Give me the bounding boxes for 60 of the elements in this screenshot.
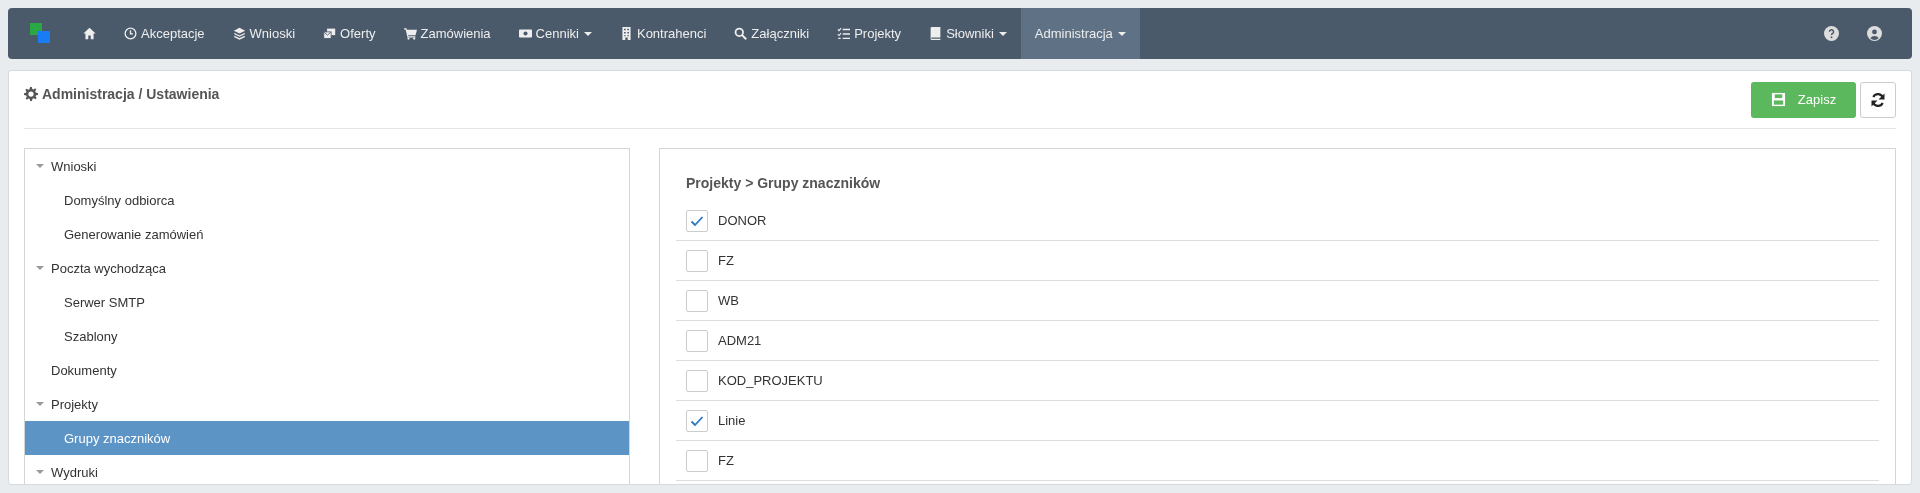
help-icon[interactable] bbox=[1824, 26, 1839, 41]
building-icon bbox=[619, 27, 633, 40]
nav-link[interactable]: Administracja bbox=[1020, 8, 1140, 59]
tree-item[interactable]: Serwer SMTP bbox=[25, 285, 629, 319]
user-icon[interactable] bbox=[1867, 26, 1882, 41]
checkbox-label: ADM21 bbox=[718, 333, 762, 348]
tree-item[interactable]: Wnioski bbox=[25, 149, 629, 183]
nav-link[interactable]: Zamówienia bbox=[389, 8, 505, 59]
page-title: Administracja / Ustawienia bbox=[42, 85, 220, 102]
nav-link[interactable]: Akceptacje bbox=[110, 8, 219, 59]
checkbox[interactable] bbox=[686, 369, 708, 392]
nav-link[interactable]: Załączniki bbox=[720, 8, 824, 59]
caret-down-icon[interactable] bbox=[36, 162, 44, 170]
cart-icon bbox=[403, 27, 417, 40]
checkbox[interactable] bbox=[686, 329, 708, 352]
checkbox[interactable] bbox=[686, 209, 708, 232]
checkbox[interactable] bbox=[686, 249, 708, 272]
tree-item[interactable]: Projekty bbox=[25, 387, 629, 421]
book-icon bbox=[929, 27, 943, 40]
tree-item[interactable]: Poczta wychodząca bbox=[25, 251, 629, 285]
checkbox-label: KOD_PROJEKTU bbox=[718, 373, 823, 388]
tree-item[interactable]: Wydruki bbox=[25, 455, 629, 484]
checkbox-label: FZ bbox=[718, 253, 734, 268]
nav-link[interactable]: Oferty bbox=[309, 8, 390, 59]
nav-link[interactable]: Projekty bbox=[823, 8, 916, 59]
gear-icon bbox=[24, 86, 38, 101]
refresh-button[interactable] bbox=[1860, 81, 1896, 118]
checkbox[interactable] bbox=[686, 449, 708, 472]
logo-icon[interactable] bbox=[30, 22, 52, 45]
nav-link[interactable]: Wnioski bbox=[218, 8, 310, 59]
nav-link[interactable]: Cenniki bbox=[504, 8, 606, 59]
refresh-icon bbox=[1870, 91, 1886, 108]
tree-item[interactable]: Dokumenty bbox=[25, 353, 629, 387]
section-title: Projekty > Grupy znaczników bbox=[685, 175, 882, 191]
checkbox[interactable] bbox=[686, 289, 708, 312]
caret-icon bbox=[998, 31, 1007, 36]
tree-item[interactable]: Domyślny odbiorca bbox=[25, 183, 629, 217]
envelopes-icon bbox=[323, 27, 337, 40]
checkbox-label: FZ bbox=[718, 453, 734, 468]
caret-down-icon[interactable] bbox=[36, 400, 44, 408]
checkbox[interactable] bbox=[686, 409, 708, 432]
tree-item[interactable]: Grupy znaczników bbox=[25, 421, 629, 455]
clock-icon bbox=[124, 27, 137, 40]
banknote-icon bbox=[518, 27, 532, 40]
caret-down-icon[interactable] bbox=[36, 468, 44, 476]
checklist-icon bbox=[837, 27, 851, 40]
nav-link[interactable]: Kontrahenci bbox=[605, 8, 721, 59]
tree-item[interactable]: Generowanie zamówień bbox=[25, 217, 629, 251]
home-icon bbox=[83, 27, 96, 40]
search-icon bbox=[734, 27, 748, 40]
tree-item[interactable]: Szablony bbox=[25, 319, 629, 353]
checkbox-label: Linie bbox=[718, 413, 746, 428]
caret-icon bbox=[1117, 31, 1126, 36]
floppy-icon bbox=[1770, 92, 1786, 107]
checkbox-label: WB bbox=[718, 293, 739, 308]
caret-down-icon[interactable] bbox=[36, 264, 44, 272]
caret-icon bbox=[583, 31, 592, 36]
checkbox-label: DONOR bbox=[718, 213, 767, 228]
layers-icon bbox=[232, 27, 246, 40]
nav-link[interactable]: Słowniki bbox=[915, 8, 1021, 59]
